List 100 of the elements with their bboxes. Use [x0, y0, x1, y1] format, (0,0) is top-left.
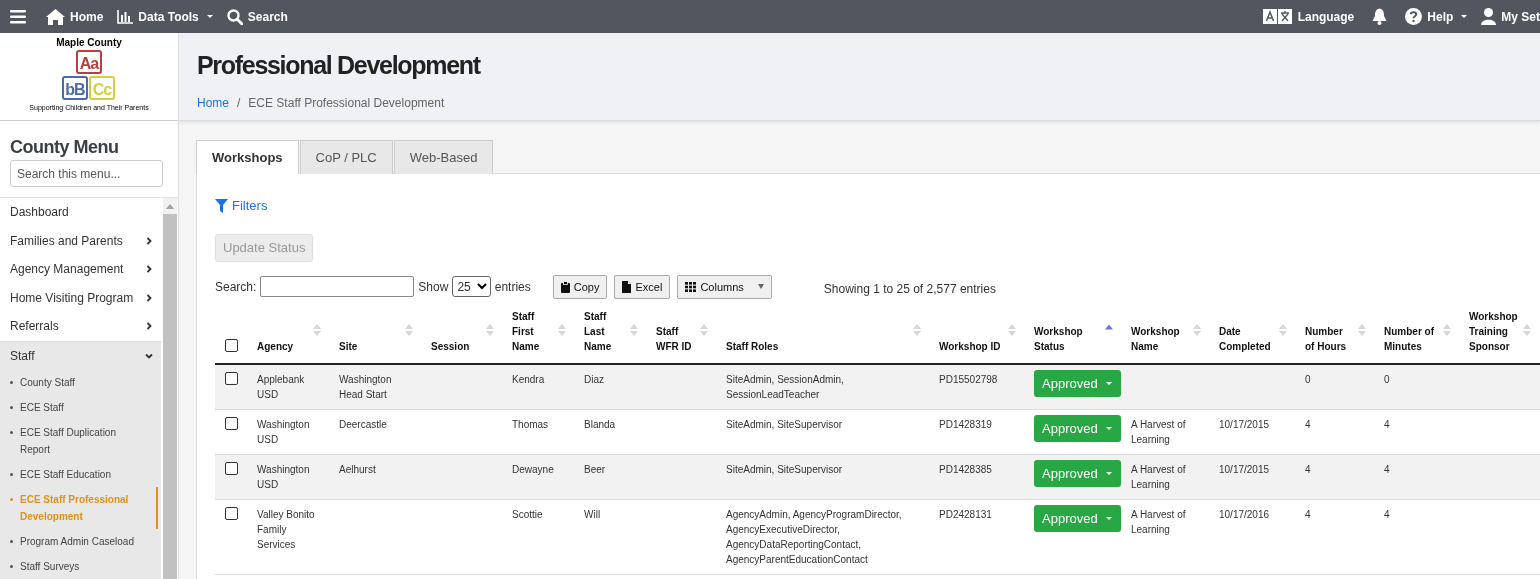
- table-cell: Beer: [584, 463, 606, 475]
- user-icon: [1481, 8, 1497, 25]
- submenu-item[interactable]: County Staff: [0, 370, 158, 395]
- column-header[interactable]: Workshop Training Sponsor: [1461, 308, 1540, 364]
- table-cell: Scottie: [512, 508, 543, 520]
- nav-link[interactable]: Help: [1405, 8, 1468, 25]
- breadcrumb-current: ECE Staff Professional Development: [248, 96, 445, 110]
- toolbar-button[interactable]: Copy: [552, 274, 608, 299]
- table-cell: 0: [1305, 373, 1311, 385]
- nav-link[interactable]: Home: [46, 8, 104, 25]
- entries-label: entries: [494, 279, 531, 294]
- column-header[interactable]: Date Completed: [1211, 308, 1297, 364]
- chevron-icon: [145, 236, 153, 245]
- table-cell: PD15502798: [939, 373, 998, 385]
- submenu-item[interactable]: ECE Staff: [0, 395, 158, 420]
- letter-block: Aa: [76, 50, 102, 74]
- table-cell: Aelhurst: [339, 463, 376, 475]
- letter-block: Cc: [89, 76, 115, 100]
- table-cell: SiteAdmin, SiteSupervisor: [726, 463, 843, 475]
- menu-item[interactable]: Staff: [0, 340, 161, 370]
- column-header[interactable]: Number of Hours: [1297, 308, 1376, 364]
- table-cell: 10/17/2016: [1219, 508, 1270, 520]
- column-header[interactable]: Number of Minutes: [1376, 308, 1461, 364]
- table-cell: 4: [1384, 418, 1390, 430]
- column-header[interactable]: Staff Last Name: [576, 308, 648, 364]
- column-header[interactable]: Staff WFR ID: [648, 308, 718, 364]
- submenu-item[interactable]: ECE Staff Education: [0, 462, 158, 487]
- row-checkbox[interactable]: [225, 461, 238, 475]
- filters-link[interactable]: Filters: [215, 198, 268, 213]
- nav-link[interactable]: Language: [1262, 9, 1355, 24]
- file-icon: [622, 280, 632, 293]
- table-search-field[interactable]: [260, 276, 415, 297]
- table-cell: PD2428131: [939, 508, 992, 520]
- table-cell: Washington USD: [257, 418, 310, 445]
- menu-item[interactable]: Agency Management: [0, 255, 161, 284]
- table-cell: SiteAdmin, SessionAdmin, SessionLeadTeacher: [726, 373, 844, 400]
- menu-icon[interactable]: [10, 9, 26, 24]
- breadcrumb-separator: /: [237, 96, 241, 110]
- column-header[interactable]: Staff First Name: [504, 308, 576, 364]
- bell-icon[interactable]: [1372, 8, 1388, 25]
- table-cell: SiteAdmin, SiteSupervisor: [726, 418, 843, 430]
- breadcrumb-link[interactable]: Home: [197, 96, 229, 110]
- table-cell: Diaz: [584, 373, 604, 385]
- column-header[interactable]: Workshop Name: [1123, 308, 1211, 364]
- search-label: Search:: [215, 279, 257, 294]
- table-cell: 4: [1384, 508, 1390, 520]
- table-cell: A Harvest of Learning: [1131, 463, 1186, 490]
- page-title: Professional Development: [197, 50, 482, 80]
- row-checkbox[interactable]: [225, 416, 238, 430]
- home-icon: [46, 8, 65, 25]
- table-cell: Washington Head Start: [339, 373, 392, 400]
- row-checkbox[interactable]: [225, 371, 238, 385]
- chevron-icon: [145, 351, 153, 360]
- select-all-checkbox[interactable]: [225, 338, 238, 352]
- toolbar-button[interactable]: Excel: [614, 274, 671, 299]
- column-header[interactable]: Staff Roles: [718, 308, 931, 364]
- menu-item[interactable]: Home Visiting Program: [0, 283, 161, 312]
- column-header[interactable]: Agency: [249, 308, 331, 364]
- column-header[interactable]: Session: [423, 308, 504, 364]
- menu-item[interactable]: Referrals: [0, 312, 161, 341]
- submenu-item[interactable]: Program Admin Caseload: [0, 529, 158, 554]
- clipboard-icon: [560, 280, 570, 293]
- submenu-item[interactable]: Staff Surveys: [0, 554, 158, 579]
- filter-icon: [215, 198, 228, 213]
- page-size-select[interactable]: 25: [452, 276, 491, 297]
- menu-title: County Menu: [10, 137, 120, 158]
- table-cell: Kendra: [512, 373, 545, 385]
- submenu-item[interactable]: ECE Staff Duplication Report: [0, 420, 158, 462]
- chevron-down-icon: [476, 283, 487, 290]
- table-cell: 4: [1305, 418, 1311, 430]
- chevron-icon: [145, 265, 153, 274]
- column-header[interactable]: Workshop ID: [931, 308, 1026, 364]
- table-cell: Applebank USD: [257, 373, 305, 400]
- table-cell: A Harvest of Learning: [1131, 418, 1186, 445]
- nav-link[interactable]: My Set: [1481, 8, 1540, 25]
- nav-link[interactable]: Data Tools: [117, 9, 213, 24]
- menu-search-field[interactable]: Search this menu...: [10, 160, 163, 187]
- table-cell: Valley Bonito Family Services: [257, 508, 315, 550]
- nav-link[interactable]: Search: [226, 8, 288, 25]
- translate-icon: [1262, 9, 1293, 24]
- column-header[interactable]: Site: [331, 308, 423, 364]
- table-cell: Will: [584, 508, 601, 520]
- tab[interactable]: CoP / PLC: [299, 140, 393, 174]
- tab[interactable]: Web-Based: [393, 140, 494, 174]
- table-cell: 4: [1305, 508, 1311, 520]
- tab[interactable]: Workshops: [196, 140, 299, 174]
- menu-item[interactable]: Dashboard: [0, 198, 161, 227]
- row-checkbox[interactable]: [225, 506, 238, 520]
- table-cell: Dewayne: [512, 463, 554, 475]
- table-cell: PD1428319: [939, 418, 992, 430]
- scrollbar[interactable]: [163, 198, 177, 579]
- chevron-icon: [145, 322, 153, 331]
- chevron-icon: [145, 293, 153, 302]
- table-cell: Deercastle: [339, 418, 387, 430]
- column-header[interactable]: Workshop Status: [1026, 308, 1123, 364]
- letter-block: bB: [62, 76, 88, 100]
- toolbar-button[interactable]: Columns: [677, 274, 772, 299]
- menu-item[interactable]: Families and Parents: [0, 226, 161, 255]
- grid-icon: [685, 281, 697, 292]
- table-cell: 4: [1305, 463, 1311, 475]
